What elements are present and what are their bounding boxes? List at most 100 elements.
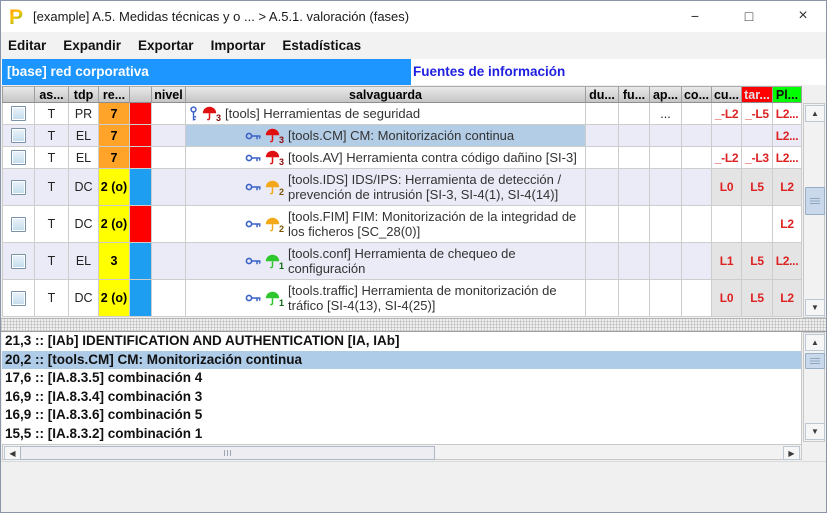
row-checkbox[interactable] <box>11 254 26 269</box>
tar-value-cell[interactable]: L5 <box>742 280 773 317</box>
row-checkbox[interactable] <box>11 217 26 232</box>
salv-cell[interactable]: 2[tools.FIM] FIM: Monitorización de la i… <box>186 206 586 243</box>
ap-cell[interactable] <box>650 125 682 147</box>
column-header-du[interactable]: du... <box>586 86 619 103</box>
ranking-hscroll-thumb[interactable] <box>20 446 435 460</box>
pl-value-cell[interactable]: L2... <box>773 125 802 147</box>
menu-item-exportar[interactable]: Exportar <box>138 38 194 53</box>
tar-value-cell[interactable] <box>742 206 773 243</box>
key-icon[interactable] <box>245 182 262 192</box>
pl-value-cell[interactable]: L2... <box>773 147 802 169</box>
cb-cell[interactable] <box>2 206 35 243</box>
minimize-button[interactable]: − <box>673 1 717 31</box>
column-header-as[interactable]: as... <box>35 86 69 103</box>
pl-value-cell[interactable]: L2 <box>773 206 802 243</box>
salv-cell[interactable]: 1[tools.conf] Herramienta de chequeo de … <box>186 243 586 280</box>
key-icon[interactable] <box>245 256 262 266</box>
column-header-fu[interactable]: fu... <box>619 86 650 103</box>
salv-cell[interactable]: 3[tools.AV] Herramienta contra código da… <box>186 147 586 169</box>
column-header-cu[interactable]: cu... <box>712 86 742 103</box>
fuentes-informacion-label[interactable]: Fuentes de información <box>413 59 565 85</box>
key-icon[interactable] <box>245 219 262 229</box>
cu-value-cell[interactable] <box>712 125 742 147</box>
tar-value-cell[interactable]: _-L5 <box>742 103 773 125</box>
ranking-item[interactable]: 15,5 :: [IA.8.3.2] combinación 1 <box>2 425 801 444</box>
cb-cell[interactable] <box>2 103 35 125</box>
ranking-horizontal-scrollbar[interactable]: ◀ ▶ <box>2 444 802 460</box>
ap-cell[interactable] <box>650 280 682 317</box>
table-row[interactable]: TEL31[tools.conf] Herramienta de chequeo… <box>2 243 802 280</box>
scroll-up-icon[interactable]: ▲ <box>805 334 825 351</box>
cb-cell[interactable] <box>2 125 35 147</box>
cu-value-cell[interactable]: _-L2 <box>712 147 742 169</box>
tar-value-cell[interactable] <box>742 125 773 147</box>
scroll-down-icon[interactable]: ▼ <box>805 423 825 440</box>
cb-cell[interactable] <box>2 169 35 206</box>
menu-item-expandir[interactable]: Expandir <box>63 38 121 53</box>
row-checkbox[interactable] <box>11 150 26 165</box>
ranking-item[interactable]: 16,9 :: [IA.8.3.4] combinación 3 <box>2 388 801 407</box>
column-header-ap[interactable]: ap... <box>650 86 682 103</box>
key-icon[interactable] <box>245 293 262 303</box>
ap-cell[interactable] <box>650 169 682 206</box>
ranking-item[interactable]: 20,2 :: [tools.CM] CM: Monitorización co… <box>2 351 801 370</box>
table-row[interactable]: TEL73[tools.AV] Herramienta contra códig… <box>2 147 802 169</box>
ap-cell[interactable] <box>650 243 682 280</box>
row-checkbox[interactable] <box>11 291 26 306</box>
menu-item-importar[interactable]: Importar <box>211 38 266 53</box>
menu-item-estadísticas[interactable]: Estadísticas <box>282 38 361 53</box>
ranking-item[interactable]: 17,6 :: [IA.8.3.5] combinación 4 <box>2 369 801 388</box>
column-header-pl[interactable]: Pl... <box>773 86 802 103</box>
pl-value-cell[interactable]: L2... <box>773 103 802 125</box>
table-row[interactable]: TPR73[tools] Herramientas de seguridad..… <box>2 103 802 125</box>
column-header-salv[interactable]: salvaguarda <box>186 86 586 103</box>
maximize-button[interactable]: □ <box>727 1 771 31</box>
row-checkbox[interactable] <box>11 180 26 195</box>
menu-item-editar[interactable]: Editar <box>8 38 46 53</box>
salv-cell[interactable]: 1[tools.traffic] Herramienta de monitori… <box>186 280 586 317</box>
column-header-nivel[interactable]: nivel <box>152 86 186 103</box>
row-checkbox[interactable] <box>11 106 26 121</box>
close-button[interactable]: × <box>781 1 825 31</box>
row-checkbox[interactable] <box>11 128 26 143</box>
cu-value-cell[interactable]: L0 <box>712 169 742 206</box>
cb-cell[interactable] <box>2 243 35 280</box>
ranking-item[interactable]: 21,3 :: [IAb] IDENTIFICATION AND AUTHENT… <box>2 332 801 351</box>
selected-phase[interactable]: [base] red corporativa <box>2 59 411 85</box>
table-row[interactable]: TDC2 (o)1[tools.traffic] Herramienta de … <box>2 280 802 317</box>
ap-cell[interactable]: ... <box>650 103 682 125</box>
scroll-left-icon[interactable]: ◀ <box>4 446 21 460</box>
ranking-vertical-scrollbar[interactable]: ▲ ▼ <box>803 332 825 442</box>
ap-cell[interactable] <box>650 147 682 169</box>
ranking-scroll-thumb[interactable] <box>805 353 825 369</box>
pl-value-cell[interactable]: L2 <box>773 169 802 206</box>
key-icon[interactable] <box>245 131 262 141</box>
ranking-item[interactable]: 16,9 :: [IA.8.3.6] combinación 5 <box>2 406 801 425</box>
splitter-handle[interactable] <box>1 318 826 332</box>
cu-value-cell[interactable]: L0 <box>712 280 742 317</box>
cb-cell[interactable] <box>2 147 35 169</box>
column-header-re[interactable]: re... <box>99 86 130 103</box>
salv-cell[interactable]: 3[tools.CM] CM: Monitorización continua <box>186 125 586 147</box>
ap-cell[interactable] <box>650 206 682 243</box>
pl-value-cell[interactable]: L2... <box>773 243 802 280</box>
cb-cell[interactable] <box>2 280 35 317</box>
cu-value-cell[interactable]: _-L2 <box>712 103 742 125</box>
scroll-up-icon[interactable]: ▲ <box>805 105 825 122</box>
column-header-cb[interactable] <box>2 86 35 103</box>
column-header-bar[interactable] <box>130 86 152 103</box>
table-row[interactable]: TDC2 (o)2[tools.IDS] IDS/IPS: Herramient… <box>2 169 802 206</box>
tar-value-cell[interactable]: _-L3 <box>742 147 773 169</box>
scroll-right-icon[interactable]: ▶ <box>783 446 800 460</box>
salv-cell[interactable]: 2[tools.IDS] IDS/IPS: Herramienta de det… <box>186 169 586 206</box>
tar-value-cell[interactable]: L5 <box>742 243 773 280</box>
cu-value-cell[interactable] <box>712 206 742 243</box>
tar-value-cell[interactable]: L5 <box>742 169 773 206</box>
cu-value-cell[interactable]: L1 <box>712 243 742 280</box>
table-vertical-scrollbar[interactable]: ▲ ▼ <box>803 103 825 318</box>
salv-cell[interactable]: 3[tools] Herramientas de seguridad <box>186 103 586 125</box>
key-icon[interactable] <box>245 153 262 163</box>
table-scroll-thumb[interactable] <box>805 187 825 215</box>
column-header-co[interactable]: co... <box>682 86 712 103</box>
column-header-tar[interactable]: tar... <box>742 86 773 103</box>
